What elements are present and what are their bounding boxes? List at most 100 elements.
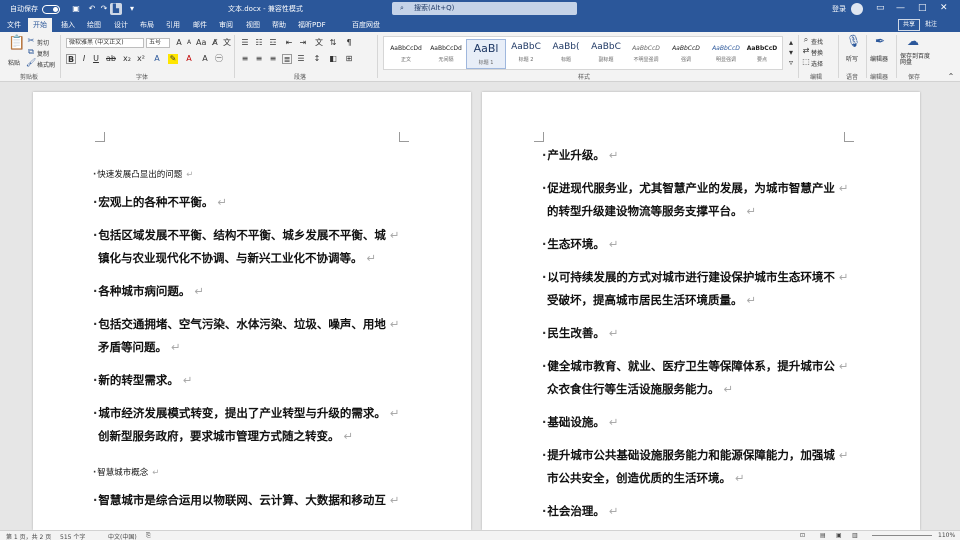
text-effects-icon[interactable]: A [152, 54, 162, 64]
font-family-select[interactable]: 微软雅黑 (中文正文) [66, 38, 144, 48]
align-center-icon[interactable]: ≡ [254, 54, 264, 64]
style-subtitle[interactable]: AaBbC 副标题 [586, 39, 626, 69]
decrease-indent-icon[interactable]: ⇤ [284, 38, 294, 48]
tab-review[interactable]: 审阅 [219, 20, 233, 30]
minimize-button[interactable]: — [896, 3, 905, 13]
tab-baidu-netdisk[interactable]: 百度网盘 [352, 20, 380, 30]
cloud-icon[interactable]: ☁ [906, 35, 920, 50]
tab-help[interactable]: 帮助 [272, 20, 286, 30]
autosave-toggle[interactable] [42, 4, 60, 14]
redo-icon[interactable]: ↷ [98, 3, 110, 15]
document-paragraph[interactable]: 镇化与农业现代化不协调、与新兴工业化不协调等。 ↵ [98, 247, 376, 270]
font-size-select[interactable]: 五号 [146, 38, 170, 48]
document-paragraph[interactable]: ·促进现代服务业，尤其智慧产业的发展，为城市智慧产业 ↵ [542, 177, 849, 200]
cut-icon[interactable]: ✂ [26, 36, 36, 46]
grow-font-icon[interactable]: A [174, 38, 184, 48]
clear-format-icon[interactable]: A̸ [210, 38, 220, 48]
character-shading-icon[interactable]: A [200, 54, 210, 64]
format-painter-icon[interactable]: 🖌 [26, 58, 36, 68]
tab-references[interactable]: 引用 [166, 20, 180, 30]
numbering-icon[interactable]: ☷ [254, 38, 264, 48]
paste-icon[interactable]: 📋 [8, 36, 25, 54]
bullets-icon[interactable]: ☰ [240, 38, 250, 48]
styles-scroll-down-icon[interactable]: ▾ [786, 48, 796, 58]
document-paragraph[interactable]: ·包括区域发展不平衡、结构不平衡、城乡发展不平衡、城 ↵ [93, 224, 400, 247]
replace-icon[interactable]: ⇄ [801, 46, 811, 56]
find-button[interactable]: 查找 [811, 37, 823, 46]
document-paragraph[interactable]: 众衣食住行等生活设施服务能力。 ↵ [547, 378, 733, 401]
document-paragraph[interactable]: ·产业升级。 ↵ [542, 144, 619, 167]
word-count[interactable]: 515 个字 [60, 532, 85, 540]
copy-button[interactable]: 复制 [37, 49, 49, 58]
style-no-spacing[interactable]: AaBbCcDd 无间隔 [426, 39, 466, 69]
sign-in-link[interactable]: 登录 [832, 4, 846, 14]
document-paragraph[interactable]: ·城市经济发展模式转变，提出了产业转型与升级的需求。 ↵ [93, 402, 400, 425]
zoom-level[interactable]: 110% [938, 532, 955, 539]
tab-design[interactable]: 设计 [114, 20, 128, 30]
highlight-icon[interactable]: ✎ [168, 54, 178, 64]
bold-icon[interactable]: B [66, 54, 76, 64]
cut-button[interactable]: 剪切 [37, 38, 49, 47]
document-paragraph[interactable]: ·民生改善。 ↵ [542, 322, 619, 345]
shading-icon[interactable]: ◧ [328, 54, 338, 64]
quick-access-custom-icon[interactable]: ▙ [110, 3, 122, 15]
tab-mailings[interactable]: 邮件 [193, 20, 207, 30]
read-mode-icon[interactable]: ▤ [820, 532, 826, 539]
tab-home[interactable]: 开始 [28, 18, 52, 32]
ribbon-options-icon[interactable]: ▭ [876, 3, 885, 13]
editor-button[interactable]: 编辑器 [870, 54, 888, 63]
language-indicator[interactable]: 中文(中国) [108, 532, 137, 540]
sort-icon[interactable]: ⇅ [328, 38, 338, 48]
underline-icon[interactable]: U [91, 54, 101, 64]
shrink-font-icon[interactable]: A [184, 38, 194, 48]
line-spacing-icon[interactable]: ↕ [312, 54, 322, 64]
page-count[interactable]: 第 1 页，共 2 页 [6, 532, 51, 540]
document-paragraph[interactable]: ·包括交通拥堵、空气污染、水体污染、垃圾、噪声、用地 ↵ [93, 313, 400, 336]
collapse-ribbon-icon[interactable]: ⌃ [946, 72, 956, 82]
tab-foxit-pdf[interactable]: 福昕PDF [298, 20, 326, 30]
maximize-button[interactable]: □ [918, 3, 927, 13]
format-painter-button[interactable]: 格式刷 [37, 60, 55, 69]
font-color-icon[interactable]: A [184, 54, 194, 64]
microphone-icon[interactable]: 🎙 [846, 35, 861, 50]
document-paragraph[interactable]: ·基础设施。 ↵ [542, 411, 619, 434]
copy-icon[interactable]: ⧉ [26, 47, 36, 57]
share-button[interactable]: 共享 [898, 19, 920, 31]
select-icon[interactable]: ⬚ [801, 57, 811, 67]
print-layout-icon[interactable]: ▣ [836, 532, 842, 539]
find-icon[interactable]: ⌕ [801, 35, 811, 45]
document-paragraph[interactable]: 创新型服务政府，要求城市管理方式随之转变。 ↵ [98, 425, 353, 448]
save-to-netdisk-button[interactable]: 保存到百度网盘 [900, 54, 930, 66]
document-paragraph[interactable]: ·各种城市病问题。 ↵ [93, 280, 204, 303]
document-paragraph[interactable]: ·智慧城市是综合运用以物联网、云计算、大数据和移动互 ↵ [93, 489, 400, 512]
align-right-icon[interactable]: ≡ [268, 54, 278, 64]
superscript-icon[interactable]: x² [136, 54, 146, 64]
increase-indent-icon[interactable]: ⇥ [298, 38, 308, 48]
dictate-button[interactable]: 听写 [846, 54, 858, 63]
styles-more-icon[interactable]: ▿ [786, 58, 796, 68]
search-box[interactable]: ⌕ 搜索(Alt+Q) [392, 2, 577, 15]
select-button[interactable]: 选择 [811, 59, 823, 68]
distributed-icon[interactable]: ☰ [296, 54, 306, 64]
chinese-layout-icon[interactable]: 文 [314, 38, 324, 48]
document-paragraph[interactable]: ·生态环境。 ↵ [542, 233, 619, 256]
enclose-character-icon[interactable]: ㊀ [214, 54, 224, 64]
document-paragraph[interactable]: ·快速发展凸显出的问题 ↵ [93, 164, 193, 187]
document-paragraph[interactable]: ·智慧城市概念 ↵ [93, 462, 159, 485]
style-intense-emphasis[interactable]: AaBbCcD 明显强调 [706, 39, 746, 69]
customize-qat-icon[interactable]: ▾ [126, 3, 138, 15]
style-emphasis[interactable]: AaBbCcD 强调 [666, 39, 706, 69]
borders-icon[interactable]: ⊞ [344, 54, 354, 64]
document-page-2[interactable]: ·产业升级。 ↵ ·促进现代服务业，尤其智慧产业的发展，为城市智慧产业 ↵ 的转型升级建… [482, 92, 920, 530]
styles-scroll-up-icon[interactable]: ▴ [786, 38, 796, 48]
tab-file[interactable]: 文件 [7, 20, 21, 30]
justify-icon[interactable]: ≣ [282, 54, 292, 64]
change-case-icon[interactable]: Aa [196, 38, 206, 48]
document-paragraph[interactable]: 市公共安全，创造优质的生活环境。 ↵ [547, 467, 745, 490]
paste-button-label[interactable]: 粘贴 [8, 58, 20, 67]
focus-icon[interactable]: ⊡ [800, 532, 805, 539]
document-paragraph[interactable]: ·以可持续发展的方式对城市进行建设保护城市生态环境不 ↵ [542, 266, 849, 289]
strikethrough-icon[interactable]: ab [106, 54, 116, 64]
document-page-1[interactable]: ·快速发展凸显出的问题 ↵ ·宏观上的各种不平衡。 ↵ ·包括区域发展不平衡、结构不平衡… [33, 92, 471, 530]
style-strong[interactable]: AaBbCcD 要点 [742, 39, 782, 69]
